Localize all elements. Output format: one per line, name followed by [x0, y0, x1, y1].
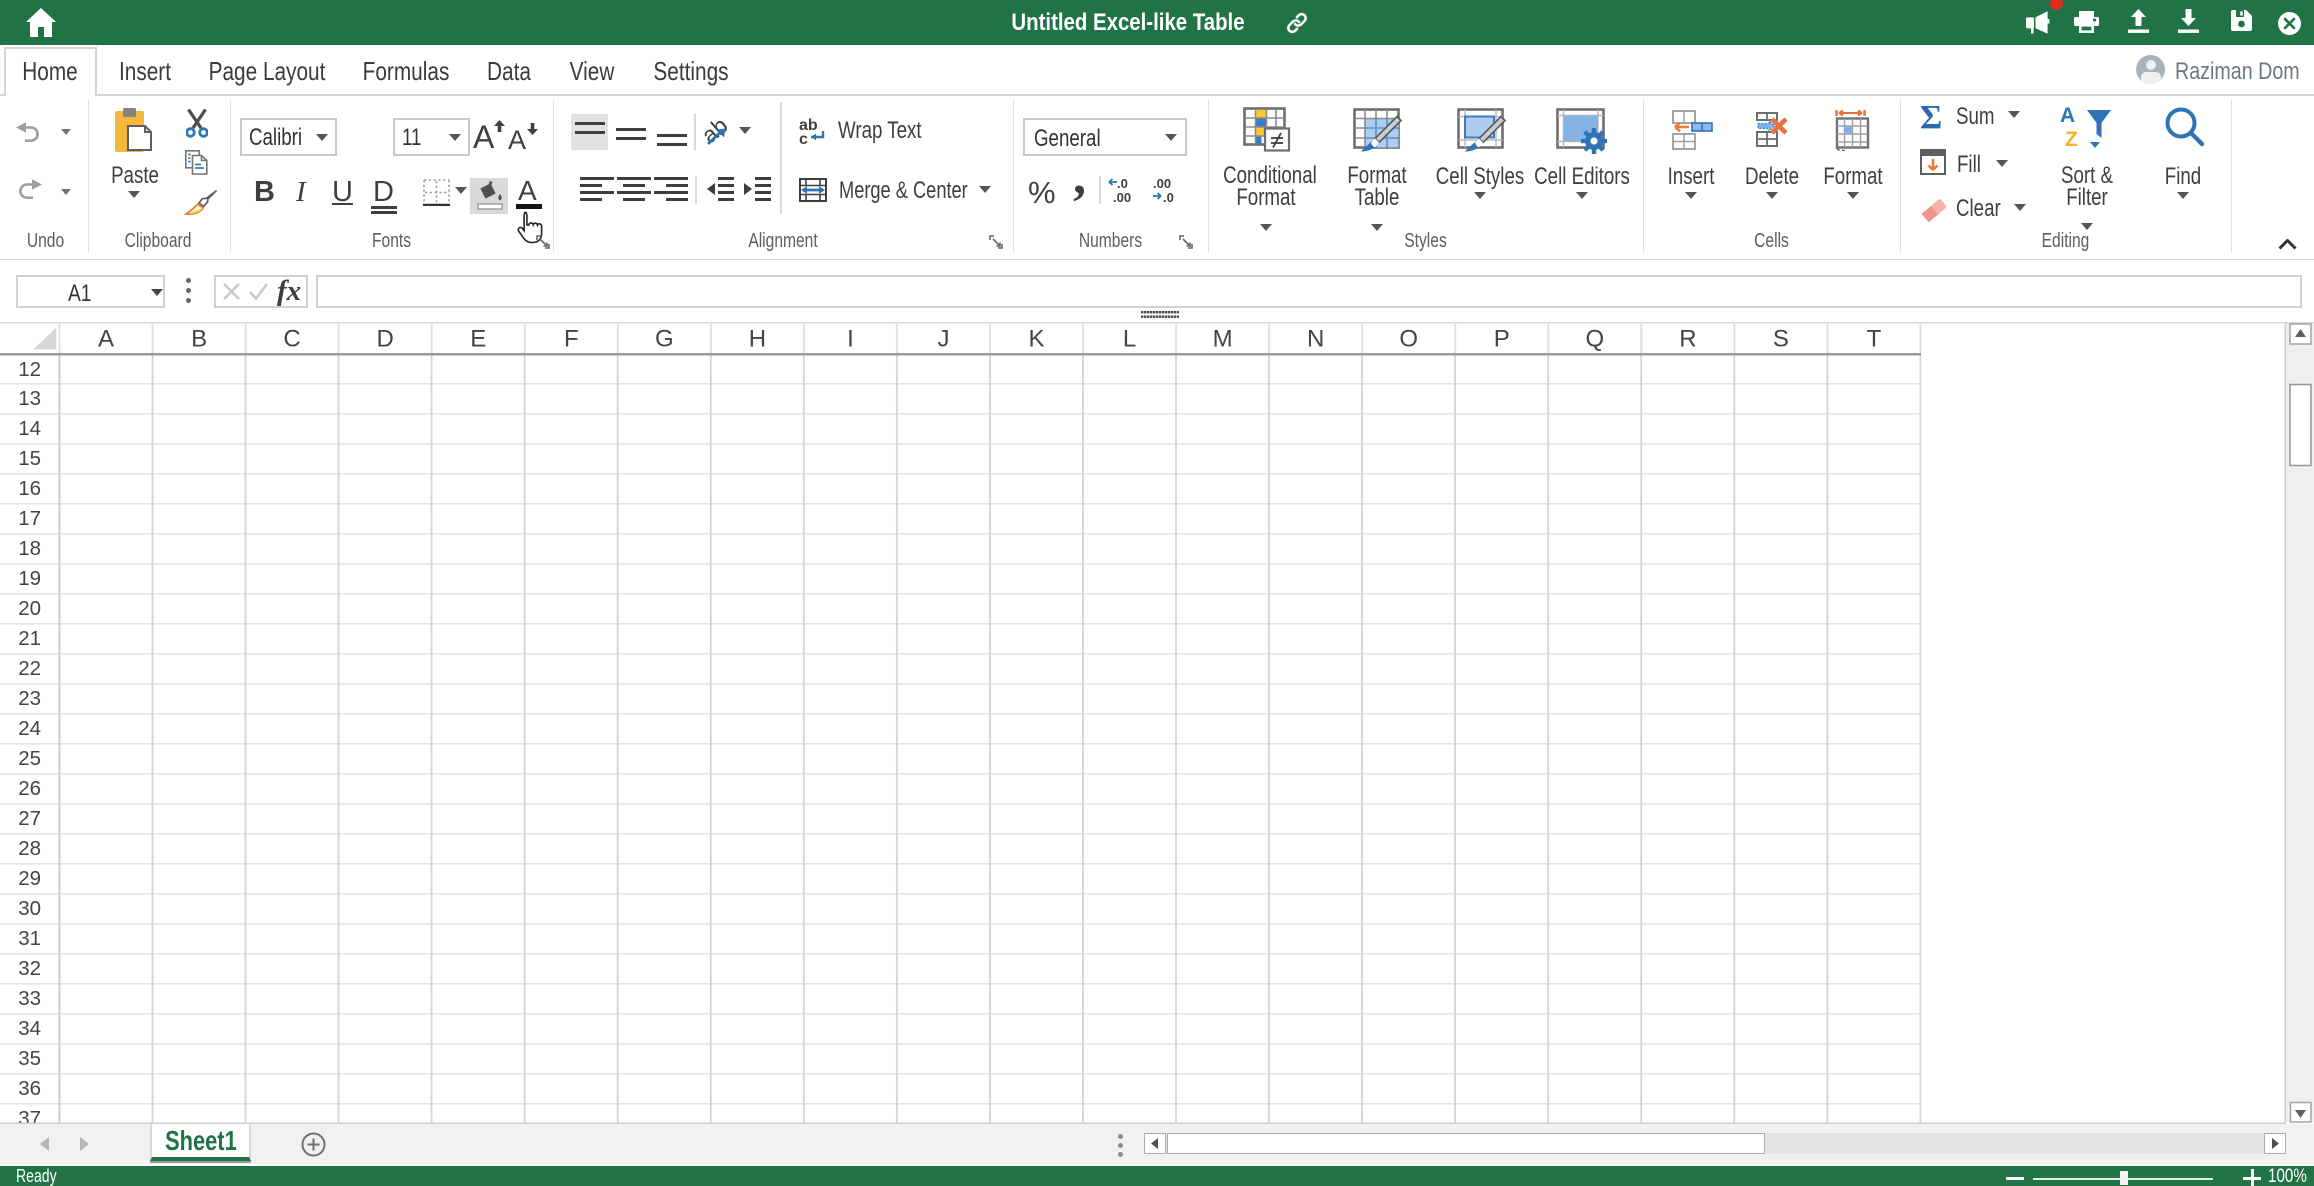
svg-text:34: 34 [18, 1017, 41, 1040]
svg-text:31: 31 [18, 927, 41, 950]
svg-text:F: F [564, 326, 579, 353]
svg-text:37: 37 [18, 1107, 41, 1124]
svg-text:c: c [799, 131, 808, 144]
svg-text:.00: .00 [1113, 190, 1131, 203]
svg-text:K: K [1028, 326, 1044, 353]
svg-text:L: L [1123, 326, 1136, 353]
svg-text:13: 13 [18, 387, 41, 410]
svg-text:14: 14 [18, 417, 41, 440]
svg-text:E: E [470, 326, 486, 353]
svg-text:J: J [938, 326, 950, 353]
svg-text:H: H [749, 326, 766, 353]
svg-text:36: 36 [18, 1077, 41, 1100]
svg-text:C: C [283, 326, 300, 353]
svg-text:S: S [1773, 326, 1789, 353]
svg-text:P: P [1494, 326, 1510, 353]
svg-text:19: 19 [18, 567, 41, 590]
svg-text:N: N [1307, 326, 1324, 353]
svg-text:17: 17 [18, 507, 41, 530]
svg-text:33: 33 [18, 987, 41, 1010]
svg-text:R: R [1679, 326, 1696, 353]
svg-text:A: A [98, 326, 114, 353]
svg-text:27: 27 [18, 807, 41, 830]
svg-text:.0: .0 [1163, 190, 1174, 203]
svg-text:Q: Q [1585, 326, 1604, 353]
svg-text:23: 23 [18, 687, 41, 710]
svg-text:35: 35 [18, 1047, 41, 1070]
svg-text:26: 26 [18, 777, 41, 800]
svg-text:25: 25 [18, 747, 41, 770]
svg-text:T: T [1867, 326, 1882, 353]
svg-text:.00: .00 [1153, 177, 1171, 191]
svg-text:O: O [1399, 326, 1418, 353]
svg-text:I: I [847, 326, 854, 353]
svg-text:D: D [377, 326, 394, 353]
svg-text:29: 29 [18, 867, 41, 890]
svg-text:12: 12 [18, 358, 41, 381]
svg-text:A: A [2060, 104, 2075, 127]
svg-text:16: 16 [18, 477, 41, 500]
svg-text:Z: Z [2065, 128, 2078, 150]
svg-text:21: 21 [18, 627, 41, 650]
svg-text:30: 30 [18, 897, 41, 920]
svg-text:32: 32 [18, 957, 41, 980]
svg-text:24: 24 [18, 717, 41, 740]
svg-text:B: B [191, 326, 207, 353]
svg-text:22: 22 [18, 657, 41, 680]
svg-text:15: 15 [18, 447, 41, 470]
svg-text:28: 28 [18, 837, 41, 860]
svg-text:.0: .0 [1117, 177, 1128, 191]
svg-text:G: G [655, 326, 674, 353]
svg-text:18: 18 [18, 537, 41, 560]
svg-text:20: 20 [18, 597, 41, 620]
svg-text:M: M [1213, 326, 1233, 353]
